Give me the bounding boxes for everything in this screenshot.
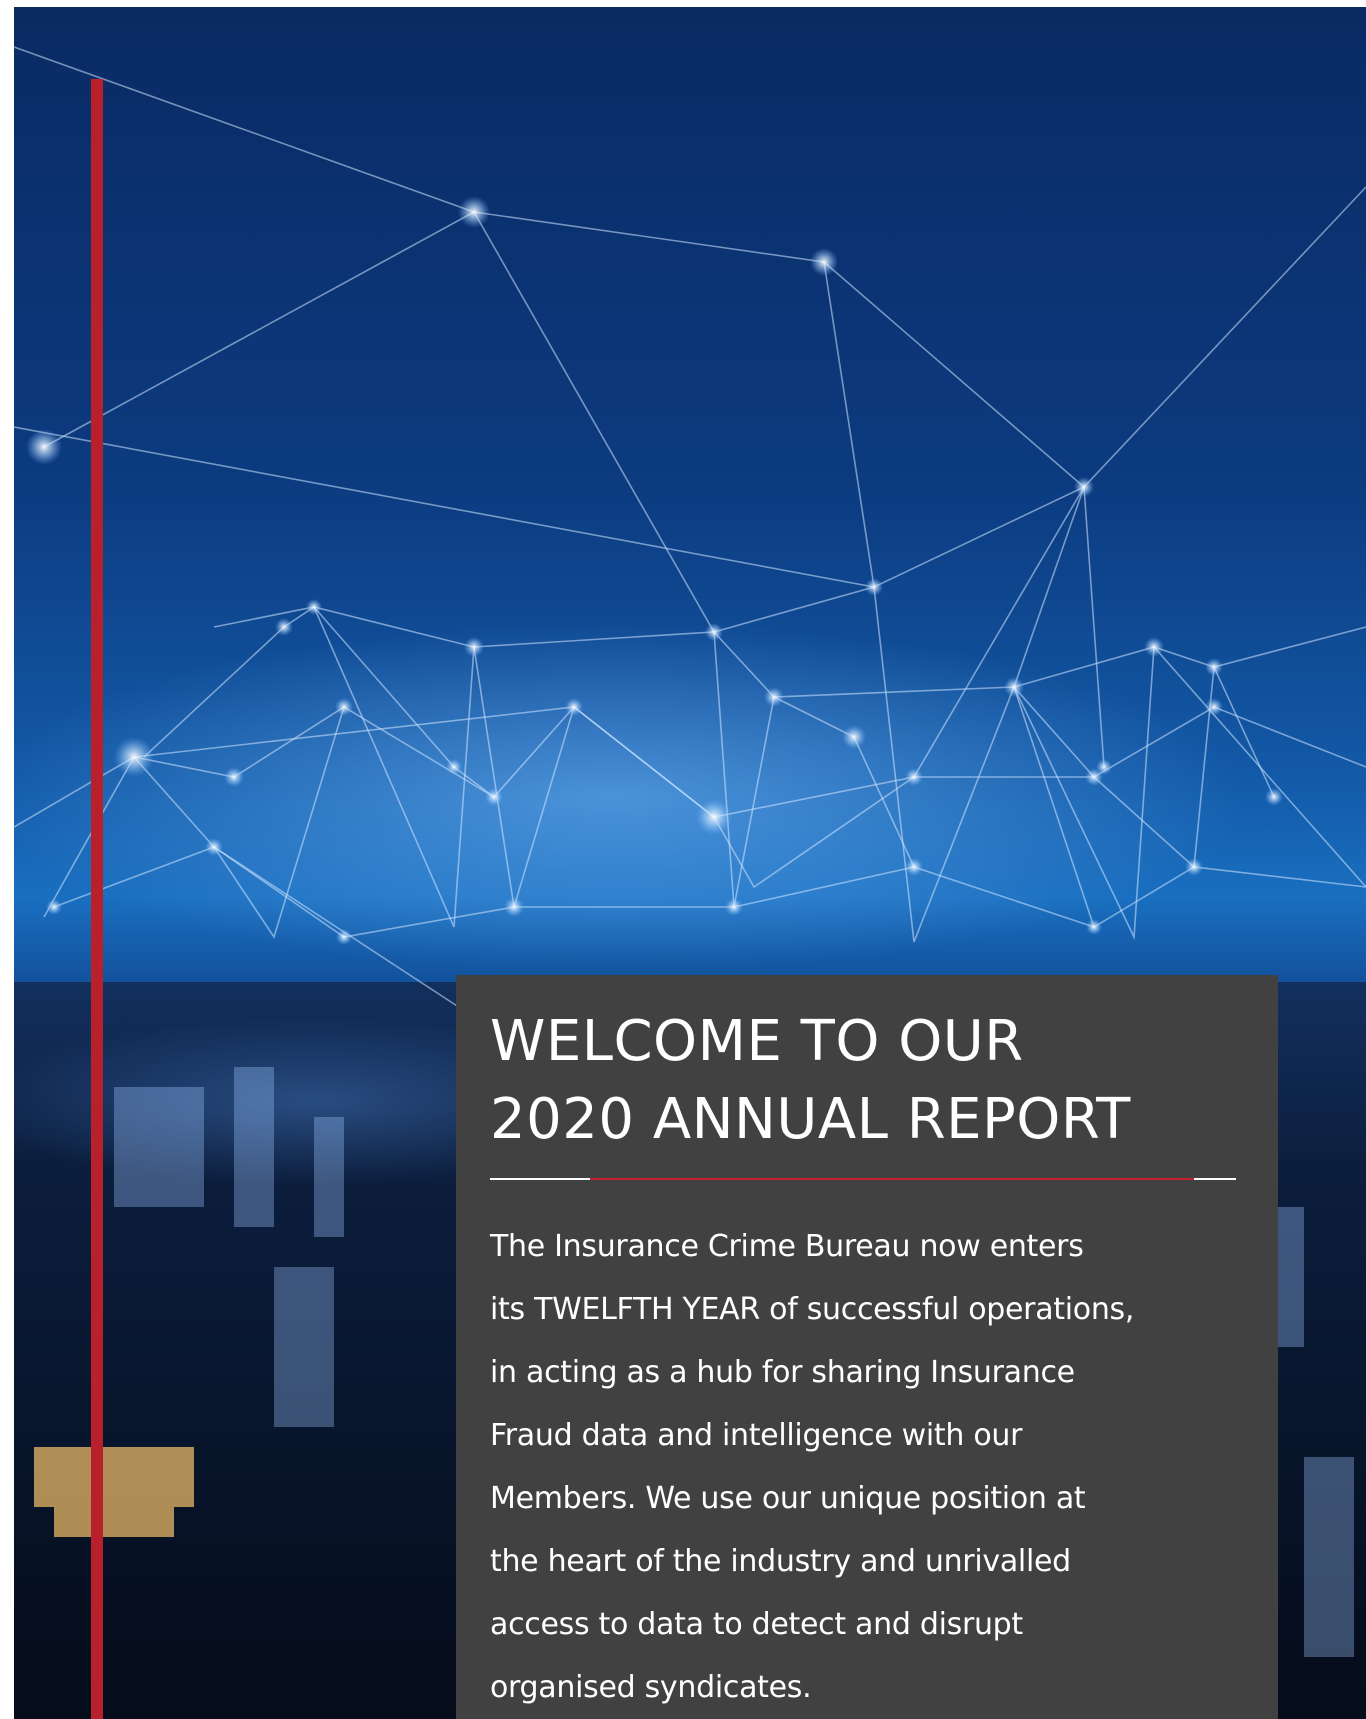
report-title: WELCOME TO OUR 2020 ANNUAL REPORT xyxy=(490,1003,1250,1159)
title-divider xyxy=(490,1178,1236,1180)
intro-line: The Insurance Crime Bureau now enters xyxy=(490,1229,1084,1264)
report-title-line-2: 2020 ANNUAL REPORT xyxy=(490,1087,1131,1152)
intro-line: its TWELFTH YEAR of successful operation… xyxy=(490,1292,1135,1327)
intro-line: access to data to detect and disrupt xyxy=(490,1607,1023,1642)
intro-line: the heart of the industry and unrivalled xyxy=(490,1544,1071,1579)
title-divider-accent xyxy=(590,1178,1194,1180)
report-cover-page: WELCOME TO OUR 2020 ANNUAL REPORT The In… xyxy=(0,0,1366,1719)
intro-line: organised syndicates. xyxy=(490,1670,812,1705)
intro-line: Fraud data and intelligence with our xyxy=(490,1418,1023,1453)
accent-red-bar xyxy=(91,79,103,1719)
report-title-line-1: WELCOME TO OUR xyxy=(490,1009,1024,1074)
intro-line: in acting as a hub for sharing Insurance xyxy=(490,1355,1075,1390)
welcome-panel: WELCOME TO OUR 2020 ANNUAL REPORT The In… xyxy=(456,975,1278,1719)
intro-line: Members. We use our unique position at xyxy=(490,1481,1086,1516)
intro-paragraph: The Insurance Crime Bureau now enters it… xyxy=(490,1215,1250,1719)
